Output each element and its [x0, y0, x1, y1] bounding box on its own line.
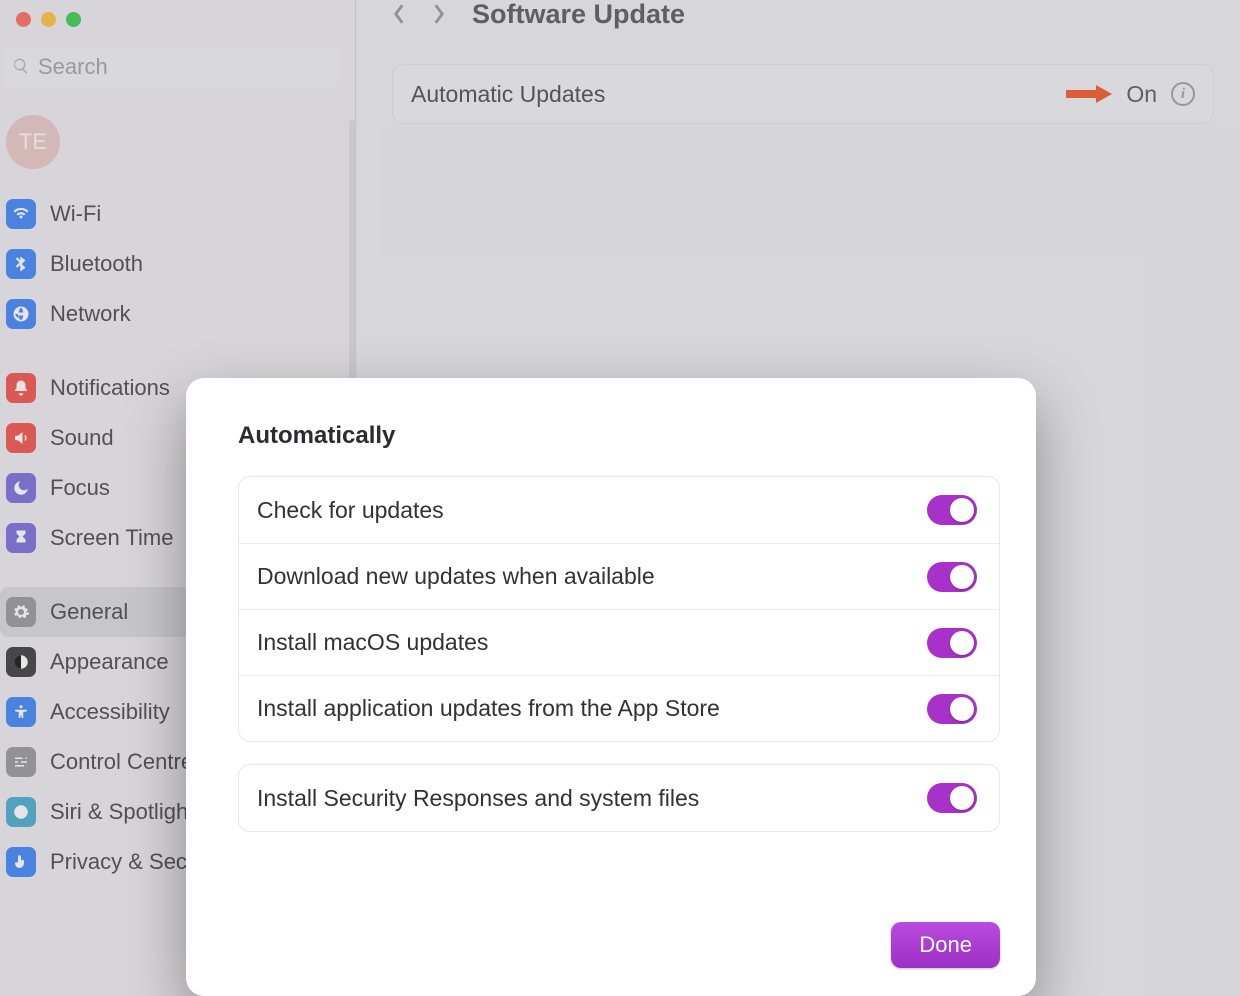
wifi-icon: [6, 199, 36, 229]
toggle-switch[interactable]: [927, 628, 977, 658]
hand-icon: [6, 847, 36, 877]
sidebar-item-label: General: [50, 599, 128, 625]
toggle-group: Check for updates Download new updates wh…: [238, 476, 1000, 742]
sidebar-item-label: Wi-Fi: [50, 201, 101, 227]
sidebar-item-label: Network: [50, 301, 131, 327]
speaker-icon: [6, 423, 36, 453]
maximize-icon[interactable]: [66, 12, 81, 27]
siri-icon: [6, 797, 36, 827]
toggle-label: Download new updates when available: [257, 563, 655, 590]
topbar: Software Update: [356, 0, 1240, 28]
search-input[interactable]: [4, 47, 339, 87]
toggle-row: Install macOS updates: [239, 609, 999, 675]
system-settings-window: TE Wi-Fi Bluetooth Network Notifications Sou…: [0, 0, 1240, 996]
sidebar-item-network[interactable]: Network: [0, 289, 355, 339]
toggle-label: Install application updates from the App…: [257, 695, 720, 722]
sidebar-item-wi-fi[interactable]: Wi-Fi: [0, 189, 355, 239]
sidebar-item-label: Bluetooth: [50, 251, 143, 277]
sidebar-item-label: Siri & Spotlight: [50, 799, 194, 825]
sliders-icon: [6, 747, 36, 777]
sidebar-item-label: Screen Time: [50, 525, 174, 551]
automatic-updates-row[interactable]: Automatic Updates On i: [392, 64, 1214, 124]
sheet-heading: Automatically: [238, 422, 1000, 450]
toggle-row: Check for updates: [239, 477, 999, 543]
toggle-row: Download new updates when available: [239, 543, 999, 609]
globe-icon: [6, 299, 36, 329]
annotation-arrow-icon: [1066, 85, 1112, 103]
back-button[interactable]: [392, 0, 410, 28]
toggle-row: Install application updates from the App…: [239, 675, 999, 741]
bluetooth-icon: [6, 249, 36, 279]
toggle-switch[interactable]: [927, 562, 977, 592]
sidebar-item-label: Control Centre: [50, 749, 193, 775]
automatic-updates-label: Automatic Updates: [411, 81, 605, 108]
scrollbar[interactable]: [349, 120, 355, 380]
sidebar-item-label: Sound: [50, 425, 114, 451]
toggle-group: Install Security Responses and system fi…: [238, 764, 1000, 832]
forward-button[interactable]: [432, 0, 450, 28]
sidebar-item-bluetooth[interactable]: Bluetooth: [0, 239, 355, 289]
toggle-label: Check for updates: [257, 497, 444, 524]
window-controls: [0, 6, 355, 43]
done-button[interactable]: Done: [891, 922, 1000, 968]
sidebar-item-label: Accessibility: [50, 699, 170, 725]
gear-icon: [6, 597, 36, 627]
automatic-updates-sheet: Automatically Check for updates Download …: [186, 378, 1036, 996]
close-icon[interactable]: [16, 12, 31, 27]
toggle-switch[interactable]: [927, 495, 977, 525]
avatar[interactable]: TE: [6, 115, 60, 169]
toggle-switch[interactable]: [927, 694, 977, 724]
sheet-body: Check for updates Download new updates wh…: [238, 476, 1000, 832]
accessibility-icon: [6, 697, 36, 727]
toggle-row: Install Security Responses and system fi…: [239, 765, 999, 831]
avatar-initials: TE: [19, 129, 47, 155]
sidebar-item-label: Notifications: [50, 375, 170, 401]
toggle-label: Install macOS updates: [257, 629, 488, 656]
minimize-icon[interactable]: [41, 12, 56, 27]
search-icon: [12, 57, 30, 75]
sidebar-item-label: Focus: [50, 475, 110, 501]
toggle-switch[interactable]: [927, 783, 977, 813]
moon-icon: [6, 473, 36, 503]
appearance-icon: [6, 647, 36, 677]
info-icon[interactable]: i: [1171, 82, 1195, 106]
page-title: Software Update: [472, 0, 685, 30]
bell-icon: [6, 373, 36, 403]
hourglass-icon: [6, 523, 36, 553]
automatic-updates-value: On: [1126, 81, 1157, 108]
sidebar-item-label: Appearance: [50, 649, 169, 675]
toggle-label: Install Security Responses and system fi…: [257, 785, 699, 812]
